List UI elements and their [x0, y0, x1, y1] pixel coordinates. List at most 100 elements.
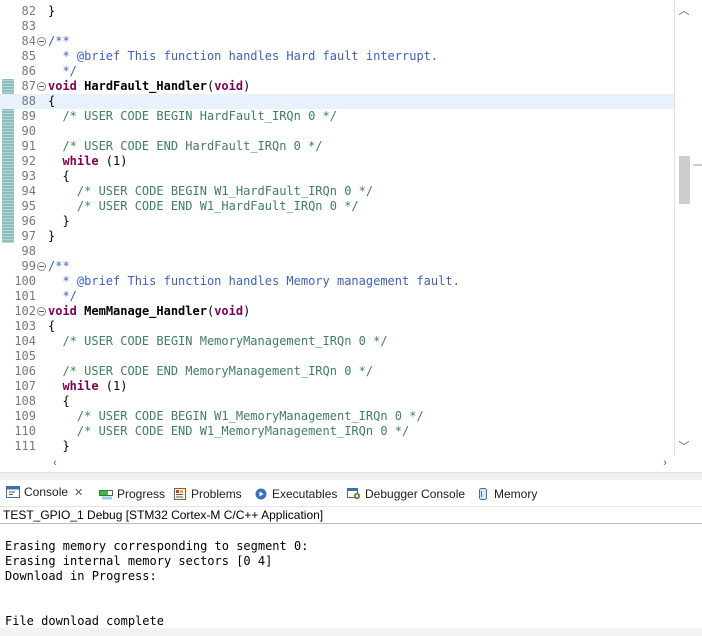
- line-number: 86: [21, 64, 36, 78]
- code-line[interactable]: 94 /* USER CODE BEGIN W1_HardFault_IRQn …: [0, 184, 674, 199]
- code-line[interactable]: 89 /* USER CODE BEGIN HardFault_IRQn 0 *…: [0, 109, 674, 124]
- code-line[interactable]: 82}: [0, 4, 674, 19]
- code-text[interactable]: }: [48, 229, 55, 244]
- line-number: 110: [14, 424, 36, 438]
- line-number: 85: [21, 49, 36, 63]
- code-text[interactable]: /* USER CODE END HardFault_IRQn 0 */: [48, 139, 322, 154]
- code-text[interactable]: */: [48, 289, 76, 304]
- close-icon[interactable]: ✕: [74, 486, 83, 499]
- code-token-comment: /* USER CODE BEGIN MemoryManagement_IRQn…: [48, 334, 388, 348]
- code-line[interactable]: 97}: [0, 229, 674, 244]
- code-line[interactable]: 108 {: [0, 394, 674, 409]
- scroll-down-icon[interactable]: ﹀: [677, 438, 691, 454]
- code-text[interactable]: }: [48, 439, 69, 454]
- line-number: 108: [14, 394, 36, 408]
- fold-collapse-icon[interactable]: [37, 82, 46, 91]
- code-line[interactable]: 87 void HardFault_Handler(void): [0, 79, 674, 94]
- code-line[interactable]: 93 {: [0, 169, 674, 184]
- console-output[interactable]: Erasing memory corresponding to segment …: [0, 524, 702, 628]
- code-text[interactable]: {: [48, 394, 70, 409]
- code-text[interactable]: void MemManage_Handler(void): [48, 304, 250, 319]
- code-token-kw: void: [214, 304, 244, 318]
- fold-collapse-icon[interactable]: [37, 307, 46, 316]
- line-number: 109: [14, 409, 36, 423]
- code-text[interactable]: /* USER CODE BEGIN W1_MemoryManagement_I…: [48, 409, 424, 424]
- code-text[interactable]: /* USER CODE END W1_HardFault_IRQn 0 */: [48, 199, 359, 214]
- tab-progress[interactable]: Progress: [99, 485, 165, 503]
- tab-debugger-console[interactable]: Debugger Console: [347, 485, 465, 503]
- code-text[interactable]: {: [48, 94, 55, 109]
- code-line[interactable]: 95 /* USER CODE END W1_HardFault_IRQn 0 …: [0, 199, 674, 214]
- code-text[interactable]: /* USER CODE BEGIN MemoryManagement_IRQn…: [48, 334, 388, 349]
- code-text[interactable]: /* USER CODE BEGIN W1_HardFault_IRQn 0 *…: [48, 184, 373, 199]
- code-text[interactable]: * @brief This function handles Memory ma…: [48, 274, 459, 289]
- code-text[interactable]: while (1): [48, 379, 127, 394]
- scroll-up-icon[interactable]: ︿: [677, 2, 691, 18]
- code-text[interactable]: /* USER CODE END MemoryManagement_IRQn 0…: [48, 364, 373, 379]
- code-text[interactable]: /**: [48, 34, 70, 49]
- code-line[interactable]: 106 /* USER CODE END MemoryManagement_IR…: [0, 364, 674, 379]
- tab-console[interactable]: Console ✕: [6, 483, 83, 501]
- code-line[interactable]: 104 /* USER CODE BEGIN MemoryManagement_…: [0, 334, 674, 349]
- tab-memory[interactable]: Memory: [476, 485, 537, 503]
- line-number: 82: [21, 4, 36, 18]
- code-text[interactable]: */: [48, 64, 77, 79]
- code-line[interactable]: 83: [0, 19, 674, 34]
- overview-marker[interactable]: [693, 164, 702, 166]
- tab-memory-label: Memory: [494, 487, 538, 501]
- fold-collapse-icon[interactable]: [37, 262, 46, 271]
- code-text[interactable]: /**: [48, 259, 70, 274]
- tab-debugger-console-label: Debugger Console: [365, 487, 466, 501]
- line-number: 97: [21, 229, 36, 243]
- code-line[interactable]: 111 }: [0, 439, 674, 454]
- code-line[interactable]: 86 */: [0, 64, 674, 79]
- code-text[interactable]: void HardFault_Handler(void): [48, 79, 250, 94]
- code-text[interactable]: {: [48, 169, 69, 184]
- code-text[interactable]: /* USER CODE BEGIN HardFault_IRQn 0 */: [48, 109, 337, 124]
- scroll-right-icon[interactable]: ›: [658, 457, 672, 469]
- code-line[interactable]: 103 {: [0, 319, 674, 334]
- vertical-scroll-thumb[interactable]: [679, 156, 690, 204]
- code-token-doc: * @brief This function handles Hard faul…: [48, 49, 439, 63]
- executables-icon: [254, 488, 268, 500]
- code-line[interactable]: 101 */: [0, 289, 674, 304]
- code-token-kw: while: [62, 379, 99, 393]
- code-line[interactable]: 110 /* USER CODE END W1_MemoryManagement…: [0, 424, 674, 439]
- code-text[interactable]: while (1): [48, 154, 127, 169]
- code-token-plain: (1): [98, 154, 128, 168]
- code-token-kw: void: [48, 304, 77, 318]
- code-lines[interactable]: 82} 83 84/** 85 * @brief This function hand…: [0, 4, 674, 454]
- code-line[interactable]: 99 /**: [0, 259, 674, 274]
- code-text[interactable]: /* USER CODE END W1_MemoryManagement_IRQ…: [48, 424, 409, 439]
- code-line[interactable]: 105: [0, 349, 674, 364]
- code-line[interactable]: 98: [0, 244, 674, 259]
- scroll-left-icon[interactable]: ‹: [48, 457, 62, 469]
- code-token-comment: /* USER CODE BEGIN W1_HardFault_IRQn 0 *…: [48, 184, 374, 198]
- fold-collapse-icon[interactable]: [37, 37, 46, 46]
- vertical-scrollbar[interactable]: ︿ ﹀: [674, 0, 693, 456]
- tab-problems[interactable]: Problems: [173, 485, 242, 503]
- code-line[interactable]: 84 /**: [0, 34, 674, 49]
- code-line[interactable]: 107 while (1): [0, 379, 674, 394]
- overview-ruler[interactable]: [693, 0, 702, 472]
- code-text[interactable]: * @brief This function handles Hard faul…: [48, 49, 438, 64]
- code-line[interactable]: 102 void MemManage_Handler(void): [0, 304, 674, 319]
- code-text[interactable]: }: [48, 4, 55, 19]
- line-number: 98: [21, 244, 36, 258]
- code-line-current[interactable]: 88 {: [0, 94, 674, 109]
- line-number: 84: [21, 34, 36, 48]
- tab-executables[interactable]: Executables: [254, 485, 337, 503]
- code-editor[interactable]: 82} 83 84/** 85 * @brief This function hand…: [0, 0, 702, 472]
- code-line[interactable]: 109 /* USER CODE BEGIN W1_MemoryManageme…: [0, 409, 674, 424]
- code-token-plain: {: [48, 394, 70, 408]
- code-line[interactable]: 100 * @brief This function handles Memor…: [0, 274, 674, 289]
- code-line[interactable]: 96 }: [0, 214, 674, 229]
- code-line[interactable]: 90: [0, 124, 674, 139]
- code-token-doc: */: [48, 64, 77, 78]
- code-line[interactable]: 92 while (1): [0, 154, 674, 169]
- horizontal-scrollbar[interactable]: ‹ ›: [48, 456, 674, 472]
- code-text[interactable]: }: [48, 214, 69, 229]
- code-line[interactable]: 85 * @brief This function handles Hard f…: [0, 49, 674, 64]
- code-line[interactable]: 91 /* USER CODE END HardFault_IRQn 0 */: [0, 139, 674, 154]
- code-text[interactable]: {: [48, 319, 55, 334]
